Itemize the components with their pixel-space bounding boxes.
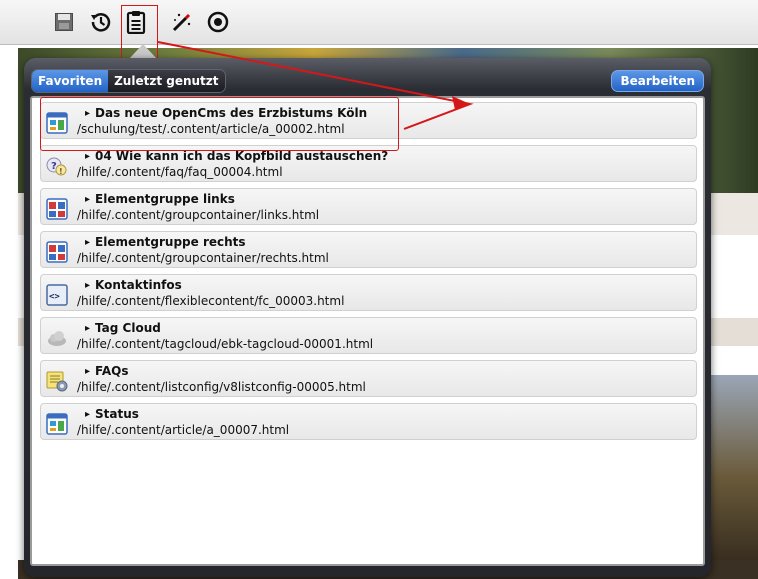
item-title: Tag Cloud — [85, 321, 161, 337]
item-path: /hilfe/.content/article/a_00007.html — [77, 423, 290, 437]
item-path: /hilfe/.content/tagcloud/ebk-tagcloud-00… — [77, 337, 374, 351]
listconfig-icon — [46, 371, 68, 392]
save-button[interactable] — [50, 8, 78, 36]
target-button[interactable] — [204, 8, 232, 36]
item-path: /hilfe/.content/faq/faq_00004.html — [77, 165, 283, 179]
item-path: /hilfe/.content/listconfig/v8listconfig-… — [77, 380, 366, 394]
item-path: /hilfe/.content/groupcontainer/links.htm… — [77, 208, 320, 222]
groupcontainer-icon — [46, 241, 68, 263]
list-item[interactable]: FAQs /hilfe/.content/listconfig/v8listco… — [40, 360, 697, 397]
article-icon — [46, 413, 68, 435]
groupcontainer-icon — [46, 198, 68, 220]
item-title: Elementgruppe links — [85, 192, 235, 208]
faq-icon: ? ! — [46, 157, 67, 176]
magic-wand-button[interactable] — [168, 8, 196, 36]
list-item[interactable]: Tag Cloud /hilfe/.content/tagcloud/ebk-t… — [40, 317, 697, 354]
item-title: Status — [85, 407, 139, 423]
list-item[interactable]: Status /hilfe/.content/article/a_00007.h… — [40, 403, 697, 440]
list-item[interactable]: <> Kontaktinfos /hilfe/.content/flexible… — [40, 274, 697, 311]
favorites-list: Das neue OpenCms des Erzbistums Köln /sc… — [30, 96, 705, 566]
tab-zuletzt-genutzt[interactable]: Zuletzt genutzt — [108, 70, 225, 92]
item-path: /hilfe/.content/groupcontainer/rechts.ht… — [77, 251, 329, 265]
svg-text:!: ! — [59, 167, 63, 176]
target-icon — [207, 11, 229, 33]
item-title: Kontaktinfos — [85, 278, 182, 294]
tagcloud-icon — [48, 331, 66, 346]
tab-favoriten[interactable]: Favoriten — [32, 70, 109, 92]
list-item[interactable]: Elementgruppe links /hilfe/.content/grou… — [40, 188, 697, 225]
item-title: 04 Wie kann ich das Kopfbild austauschen… — [85, 149, 388, 165]
item-title: FAQs — [85, 364, 128, 380]
history-button[interactable] — [87, 8, 115, 36]
item-title: Elementgruppe rechts — [85, 235, 246, 251]
list-item[interactable]: Elementgruppe rechts /hilfe/.content/gro… — [40, 231, 697, 268]
selected-item-marker — [40, 97, 399, 151]
svg-text:<>: <> — [49, 292, 60, 302]
item-path: /hilfe/.content/flexiblecontent/fc_00003… — [77, 294, 345, 308]
history-icon — [91, 13, 111, 32]
popup-caret — [129, 44, 157, 59]
tab-bar: Favoriten Zuletzt genutzt — [31, 69, 226, 93]
edit-button[interactable]: Bearbeiten — [611, 70, 704, 92]
magic-wand-icon — [172, 13, 191, 32]
flexiblecontent-icon: <> — [46, 284, 68, 306]
save-icon — [55, 13, 73, 31]
toolbar — [0, 0, 758, 45]
